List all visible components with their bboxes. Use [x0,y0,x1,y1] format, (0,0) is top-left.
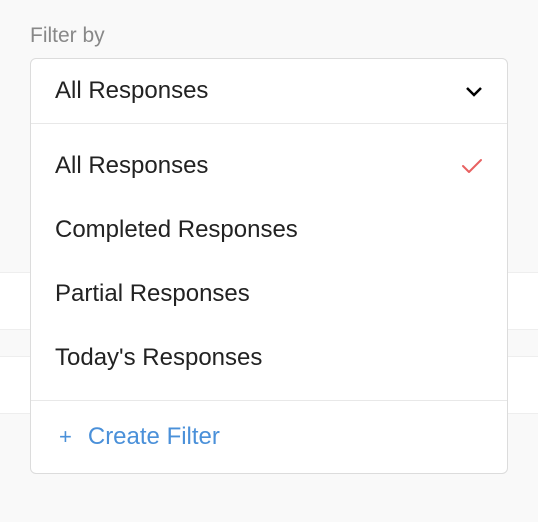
filter-option-label: Partial Responses [55,280,250,308]
filter-dropdown: All Responses All Responses Completed Re… [30,58,508,474]
filter-option-all-responses[interactable]: All Responses [31,134,507,198]
chevron-down-icon [465,85,483,97]
plus-icon: + [59,426,72,448]
check-icon [461,157,483,175]
filter-option-todays-responses[interactable]: Today's Responses [31,326,507,390]
filter-option-partial-responses[interactable]: Partial Responses [31,262,507,326]
filter-options-list: All Responses Completed Responses Partia… [31,124,507,473]
filter-by-label: Filter by [30,24,508,48]
create-filter-label: Create Filter [88,423,220,451]
filter-option-completed-responses[interactable]: Completed Responses [31,198,507,262]
create-filter-button[interactable]: + Create Filter [31,400,507,473]
filter-selected-value: All Responses [55,77,208,105]
filter-option-label: Completed Responses [55,216,298,244]
filter-option-label: Today's Responses [55,344,262,372]
filter-option-label: All Responses [55,152,208,180]
filter-dropdown-toggle[interactable]: All Responses [31,59,507,124]
